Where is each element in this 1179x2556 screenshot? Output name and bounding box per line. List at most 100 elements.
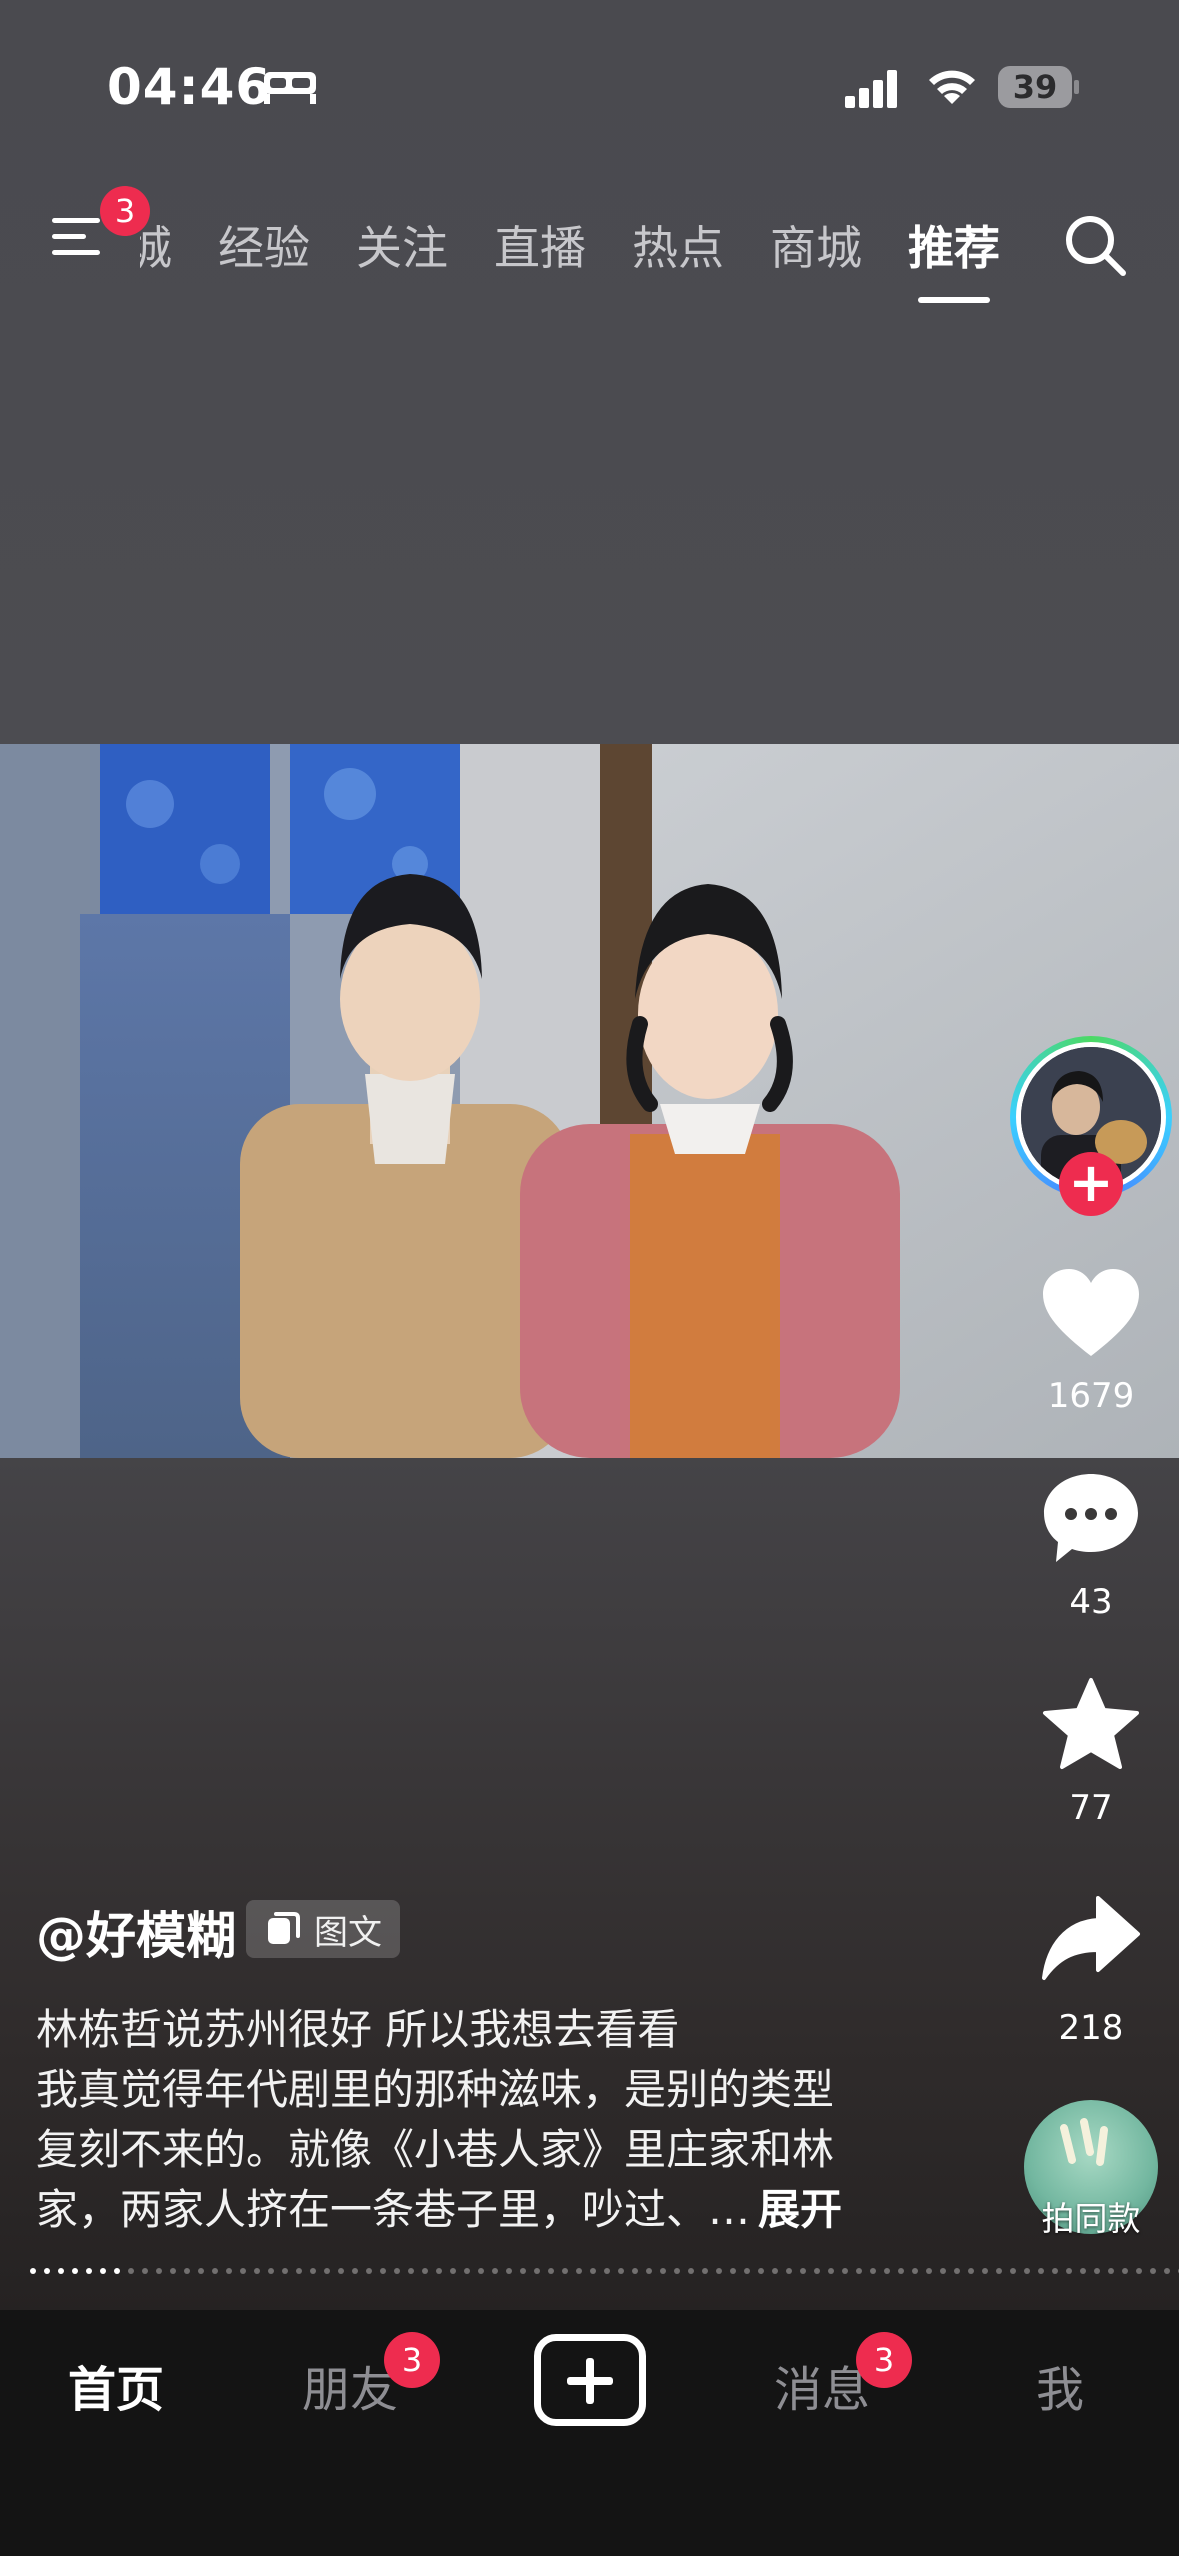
progress-dot bbox=[730, 2268, 736, 2274]
progress-dot bbox=[1038, 2268, 1044, 2274]
progress-dot bbox=[114, 2268, 120, 2274]
progress-dot bbox=[254, 2268, 260, 2274]
gallery-icon bbox=[268, 1912, 300, 1944]
progress-dot bbox=[898, 2268, 904, 2274]
caption-line-text: 家，两家人挤在一条巷子里，吵过、… bbox=[36, 2185, 751, 2234]
progress-dot bbox=[184, 2268, 190, 2274]
expand-link[interactable]: 展开 bbox=[758, 2185, 842, 2234]
tab-following[interactable]: 关注 bbox=[356, 212, 448, 278]
progress-dot bbox=[786, 2268, 792, 2274]
progress-dot bbox=[450, 2268, 456, 2274]
bed-icon bbox=[264, 72, 316, 104]
progress-dot bbox=[58, 2268, 64, 2274]
share-icon[interactable] bbox=[1040, 1892, 1142, 1988]
tab-recommended[interactable]: 推荐 bbox=[908, 212, 1000, 278]
tab-mall[interactable]: 商城 bbox=[770, 212, 862, 278]
tab-me[interactable]: 我 bbox=[1036, 2350, 1084, 2420]
progress-dot bbox=[1122, 2268, 1128, 2274]
star-icon[interactable] bbox=[1040, 1676, 1142, 1772]
search-icon[interactable] bbox=[1062, 212, 1128, 278]
tab-city[interactable]: 城 bbox=[140, 212, 172, 278]
progress-dot bbox=[996, 2268, 1002, 2274]
progress-dot bbox=[926, 2268, 932, 2274]
like-count: 1679 bbox=[1047, 1376, 1135, 1416]
progress-dot bbox=[1066, 2268, 1072, 2274]
progress-dot bbox=[814, 2268, 820, 2274]
comment-icon[interactable] bbox=[1040, 1470, 1142, 1566]
progress-dot bbox=[366, 2268, 372, 2274]
progress-dot bbox=[954, 2268, 960, 2274]
progress-dot bbox=[968, 2268, 974, 2274]
favorite-count: 77 bbox=[1069, 1788, 1113, 1828]
image-progress-dots bbox=[30, 2266, 1179, 2276]
heart-icon[interactable] bbox=[1040, 1266, 1142, 1362]
author-name[interactable]: @好模糊 bbox=[36, 1896, 236, 1968]
progress-dot bbox=[394, 2268, 400, 2274]
progress-dot bbox=[198, 2268, 204, 2274]
tab-experience[interactable]: 经验 bbox=[218, 212, 310, 278]
progress-dot bbox=[72, 2268, 78, 2274]
progress-dot bbox=[982, 2268, 988, 2274]
progress-dot bbox=[1164, 2268, 1170, 2274]
friends-badge: 3 bbox=[384, 2332, 440, 2388]
post-image[interactable] bbox=[0, 744, 1179, 1458]
progress-dot bbox=[380, 2268, 386, 2274]
progress-dot bbox=[842, 2268, 848, 2274]
create-post-button[interactable] bbox=[534, 2334, 646, 2426]
status-time: 04:46 bbox=[107, 58, 272, 116]
progress-dot bbox=[1136, 2268, 1142, 2274]
progress-dot bbox=[870, 2268, 876, 2274]
progress-dot bbox=[436, 2268, 442, 2274]
active-tab-indicator bbox=[918, 297, 990, 303]
progress-dot bbox=[856, 2268, 862, 2274]
progress-dot bbox=[646, 2268, 652, 2274]
progress-dot bbox=[226, 2268, 232, 2274]
caption-line: 林栋哲说苏州很好 所以我想去看看 bbox=[36, 2005, 680, 2054]
menu-icon[interactable] bbox=[50, 212, 108, 260]
progress-dot bbox=[282, 2268, 288, 2274]
progress-dot bbox=[338, 2268, 344, 2274]
progress-dot bbox=[828, 2268, 834, 2274]
progress-dot bbox=[884, 2268, 890, 2274]
progress-dot bbox=[772, 2268, 778, 2274]
progress-dot bbox=[632, 2268, 638, 2274]
progress-dot bbox=[324, 2268, 330, 2274]
battery-level: 39 bbox=[998, 66, 1072, 108]
progress-dot bbox=[744, 2268, 750, 2274]
progress-dot bbox=[674, 2268, 680, 2274]
remix-label[interactable]: 拍同款 bbox=[1020, 2192, 1162, 2240]
progress-dot bbox=[702, 2268, 708, 2274]
progress-dot bbox=[590, 2268, 596, 2274]
progress-dot bbox=[478, 2268, 484, 2274]
progress-dot bbox=[618, 2268, 624, 2274]
photo-illustration bbox=[0, 744, 1179, 1458]
progress-dot bbox=[716, 2268, 722, 2274]
progress-dot bbox=[912, 2268, 918, 2274]
progress-dot bbox=[1052, 2268, 1058, 2274]
progress-dot bbox=[44, 2268, 50, 2274]
progress-dot bbox=[562, 2268, 568, 2274]
progress-dot bbox=[1010, 2268, 1016, 2274]
tab-live[interactable]: 直播 bbox=[494, 212, 586, 278]
progress-dot bbox=[660, 2268, 666, 2274]
post-type-badge: 图文 bbox=[246, 1900, 400, 1958]
progress-dot bbox=[520, 2268, 526, 2274]
progress-dot bbox=[30, 2268, 36, 2274]
progress-dot bbox=[86, 2268, 92, 2274]
post-caption[interactable]: 林栋哲说苏州很好 所以我想去看看 我真觉得年代剧里的那种滋味，是别的类型 复刻不… bbox=[36, 2000, 936, 2240]
progress-dot bbox=[296, 2268, 302, 2274]
caption-line: 我真觉得年代剧里的那种滋味，是别的类型 bbox=[36, 2065, 835, 2114]
messages-badge: 3 bbox=[856, 2332, 912, 2388]
progress-dot bbox=[1024, 2268, 1030, 2274]
progress-dot bbox=[240, 2268, 246, 2274]
tab-trending[interactable]: 热点 bbox=[632, 212, 724, 278]
progress-dot bbox=[170, 2268, 176, 2274]
comment-count: 43 bbox=[1069, 1582, 1113, 1622]
follow-button[interactable]: + bbox=[1059, 1152, 1123, 1216]
progress-dot bbox=[940, 2268, 946, 2274]
progress-dot bbox=[576, 2268, 582, 2274]
signal-icon bbox=[845, 70, 897, 108]
post-type-label: 图文 bbox=[314, 1912, 382, 1953]
battery-indicator: 39 bbox=[998, 66, 1079, 108]
tab-home[interactable]: 首页 bbox=[68, 2350, 164, 2420]
